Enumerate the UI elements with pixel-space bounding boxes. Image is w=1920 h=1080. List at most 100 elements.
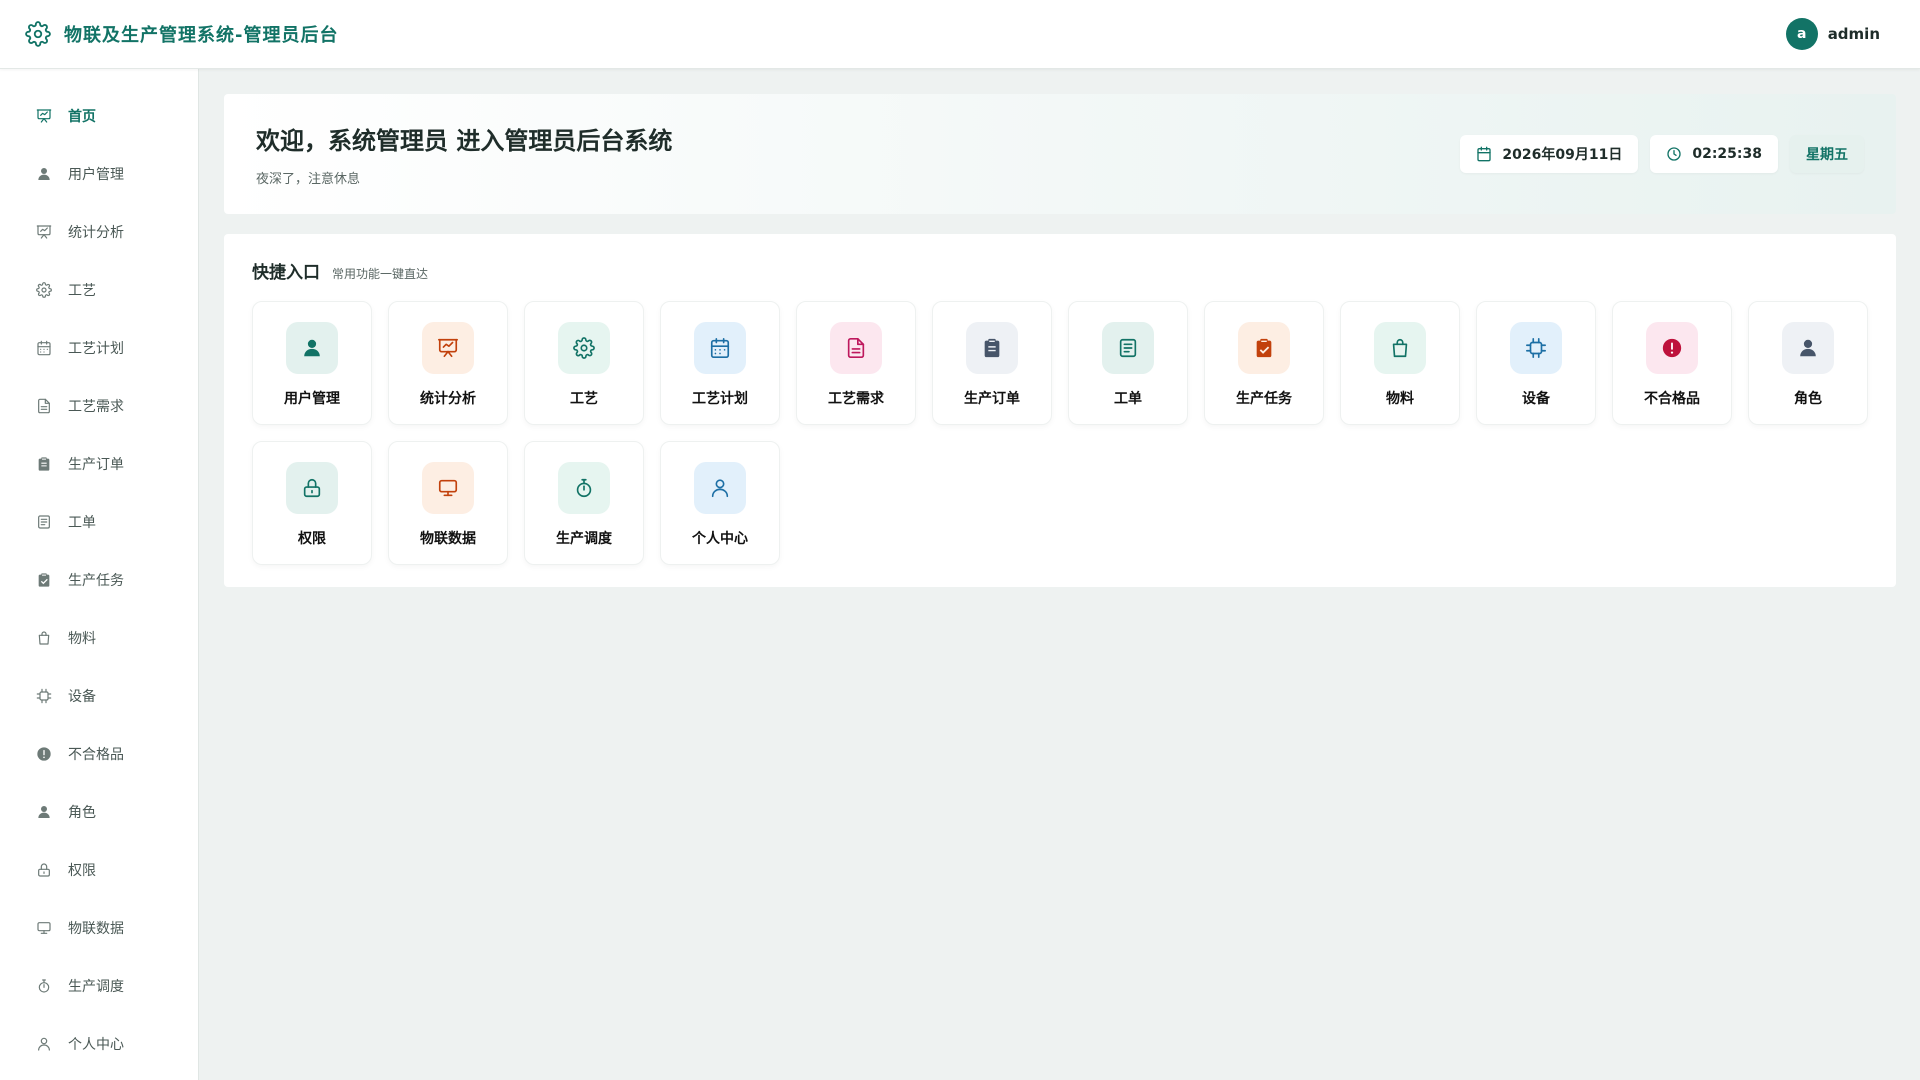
weekday-chip: 星期五 [1790, 135, 1864, 173]
quick-access-card[interactable]: 不合格品 [1612, 301, 1732, 425]
sidebar-item-label: 首页 [68, 109, 96, 125]
chip-icon [1510, 322, 1562, 374]
alert-icon [34, 744, 54, 764]
document-icon [34, 396, 54, 416]
sidebar-item-5[interactable]: 工艺需求 [0, 377, 198, 435]
sidebar-item-8[interactable]: 生产任务 [0, 551, 198, 609]
sidebar-item-13[interactable]: 权限 [0, 841, 198, 899]
avatar[interactable]: a [1785, 18, 1818, 50]
monitor-icon [422, 462, 474, 514]
quick-access-label: 工艺需求 [828, 391, 884, 407]
welcome-subtitle: 夜深了，注意休息 [256, 172, 361, 187]
quick-access-label: 个人中心 [692, 531, 748, 547]
quick-access-card[interactable]: 用户管理 [252, 301, 372, 425]
sidebar-item-label: 不合格品 [68, 747, 124, 763]
sidebar-item-3[interactable]: 工艺 [0, 261, 198, 319]
user-icon [34, 802, 54, 822]
sidebar-item-label: 用户管理 [68, 167, 124, 183]
sidebar-item-label: 生产订单 [68, 457, 124, 473]
sidebar-item-label: 工艺计划 [68, 341, 124, 357]
sidebar-item-6[interactable]: 生产订单 [0, 435, 198, 493]
top-bar: 物联及生产管理系统-管理员后台 a admin [0, 0, 1920, 69]
quick-access-label: 工艺 [570, 391, 598, 407]
sidebar-item-11[interactable]: 不合格品 [0, 725, 198, 783]
quick-access-label: 物料 [1386, 391, 1414, 407]
user-icon [286, 322, 338, 374]
welcome-title: 欢迎，系统管理员 进入管理员后台系统 [256, 127, 673, 155]
sidebar-item-12[interactable]: 角色 [0, 783, 198, 841]
quick-access-card[interactable]: 个人中心 [660, 441, 780, 565]
sidebar-item-label: 个人中心 [68, 1037, 124, 1053]
quick-access-card[interactable]: 设备 [1476, 301, 1596, 425]
sidebar-item-1[interactable]: 用户管理 [0, 145, 198, 203]
sidebar-item-label: 权限 [68, 863, 96, 879]
welcome-banner: 欢迎，系统管理员 进入管理员后台系统 夜深了，注意休息 2026年09月11日 … [224, 94, 1896, 214]
quick-access-card[interactable]: 角色 [1748, 301, 1868, 425]
sidebar-item-0[interactable]: 首页 [0, 87, 198, 145]
sidebar-item-2[interactable]: 统计分析 [0, 203, 198, 261]
lock-icon [34, 860, 54, 880]
user-menu[interactable]: a admin [1785, 18, 1880, 50]
quick-access-label: 权限 [298, 531, 326, 547]
app-title: 物联及生产管理系统-管理员后台 [64, 25, 339, 46]
clock-icon [1666, 145, 1684, 163]
quick-access-label: 角色 [1794, 391, 1822, 407]
calendar-icon [34, 338, 54, 358]
sidebar-item-9[interactable]: 物料 [0, 609, 198, 667]
quick-access-label: 工单 [1114, 391, 1142, 407]
sidebar-item-label: 生产调度 [68, 979, 124, 995]
user-icon [34, 164, 54, 184]
sidebar-item-label: 生产任务 [68, 573, 124, 589]
quick-access-card[interactable]: 物联数据 [388, 441, 508, 565]
sidebar-item-label: 角色 [68, 805, 96, 821]
bag-icon [34, 628, 54, 648]
chip-icon [34, 686, 54, 706]
username[interactable]: admin [1828, 25, 1880, 43]
quick-access-grid: 用户管理 统计分析 工艺 工艺计划 工艺需求 生产订单 工单 生产任务 物料 设备 不合格品 角色权限… [252, 301, 1868, 565]
stopwatch-icon [558, 462, 610, 514]
sidebar-item-label: 统计分析 [68, 225, 124, 241]
sidebar-item-14[interactable]: 物联数据 [0, 899, 198, 957]
quick-access-card[interactable]: 工艺需求 [796, 301, 916, 425]
presentation-icon [422, 322, 474, 374]
presentation-icon [34, 106, 54, 126]
list-doc-icon [1102, 322, 1154, 374]
bag-icon [1374, 322, 1426, 374]
quick-access-panel: 快捷入口 常用功能一键直达 用户管理 统计分析 工艺 工艺计划 工艺需求 生产订单 工单 生产… [224, 234, 1896, 587]
gear-icon [34, 280, 54, 300]
sidebar-item-7[interactable]: 工单 [0, 493, 198, 551]
calendar-icon [694, 322, 746, 374]
sidebar-item-4[interactable]: 工艺计划 [0, 319, 198, 377]
quick-access-label: 生产任务 [1236, 391, 1292, 407]
quick-access-card[interactable]: 生产任务 [1204, 301, 1324, 425]
clipboard-icon [966, 322, 1018, 374]
quick-access-card[interactable]: 物料 [1340, 301, 1460, 425]
quick-access-card[interactable]: 统计分析 [388, 301, 508, 425]
quick-access-card[interactable]: 工艺计划 [660, 301, 780, 425]
sidebar-item-label: 物联数据 [68, 921, 124, 937]
quick-access-label: 设备 [1522, 391, 1550, 407]
monitor-icon [34, 918, 54, 938]
quick-access-card[interactable]: 生产订单 [932, 301, 1052, 425]
gear-icon [24, 20, 52, 48]
quick-access-label: 生产调度 [556, 531, 612, 547]
sidebar-item-10[interactable]: 设备 [0, 667, 198, 725]
weekday-text: 星期五 [1806, 147, 1848, 163]
alert-icon [1646, 322, 1698, 374]
clipboard-check-icon [34, 570, 54, 590]
quick-access-card[interactable]: 权限 [252, 441, 372, 565]
stopwatch-icon [34, 976, 54, 996]
date-chip: 2026年09月11日 [1460, 135, 1639, 173]
quick-access-card[interactable]: 工艺 [524, 301, 644, 425]
lock-icon [286, 462, 338, 514]
clipboard-check-icon [1238, 322, 1290, 374]
sidebar-item-label: 工单 [68, 515, 96, 531]
sidebar-item-15[interactable]: 生产调度 [0, 957, 198, 1015]
quick-access-card[interactable]: 生产调度 [524, 441, 644, 565]
sidebar: 首页用户管理统计分析工艺工艺计划工艺需求生产订单工单生产任务物料 设备不合格品角色… [0, 69, 199, 1080]
sidebar-item-16[interactable]: 个人中心 [0, 1015, 198, 1073]
sidebar-item-label: 工艺需求 [68, 399, 124, 415]
quick-access-label: 生产订单 [964, 391, 1020, 407]
quick-access-card[interactable]: 工单 [1068, 301, 1188, 425]
sidebar-item-label: 工艺 [68, 283, 96, 299]
